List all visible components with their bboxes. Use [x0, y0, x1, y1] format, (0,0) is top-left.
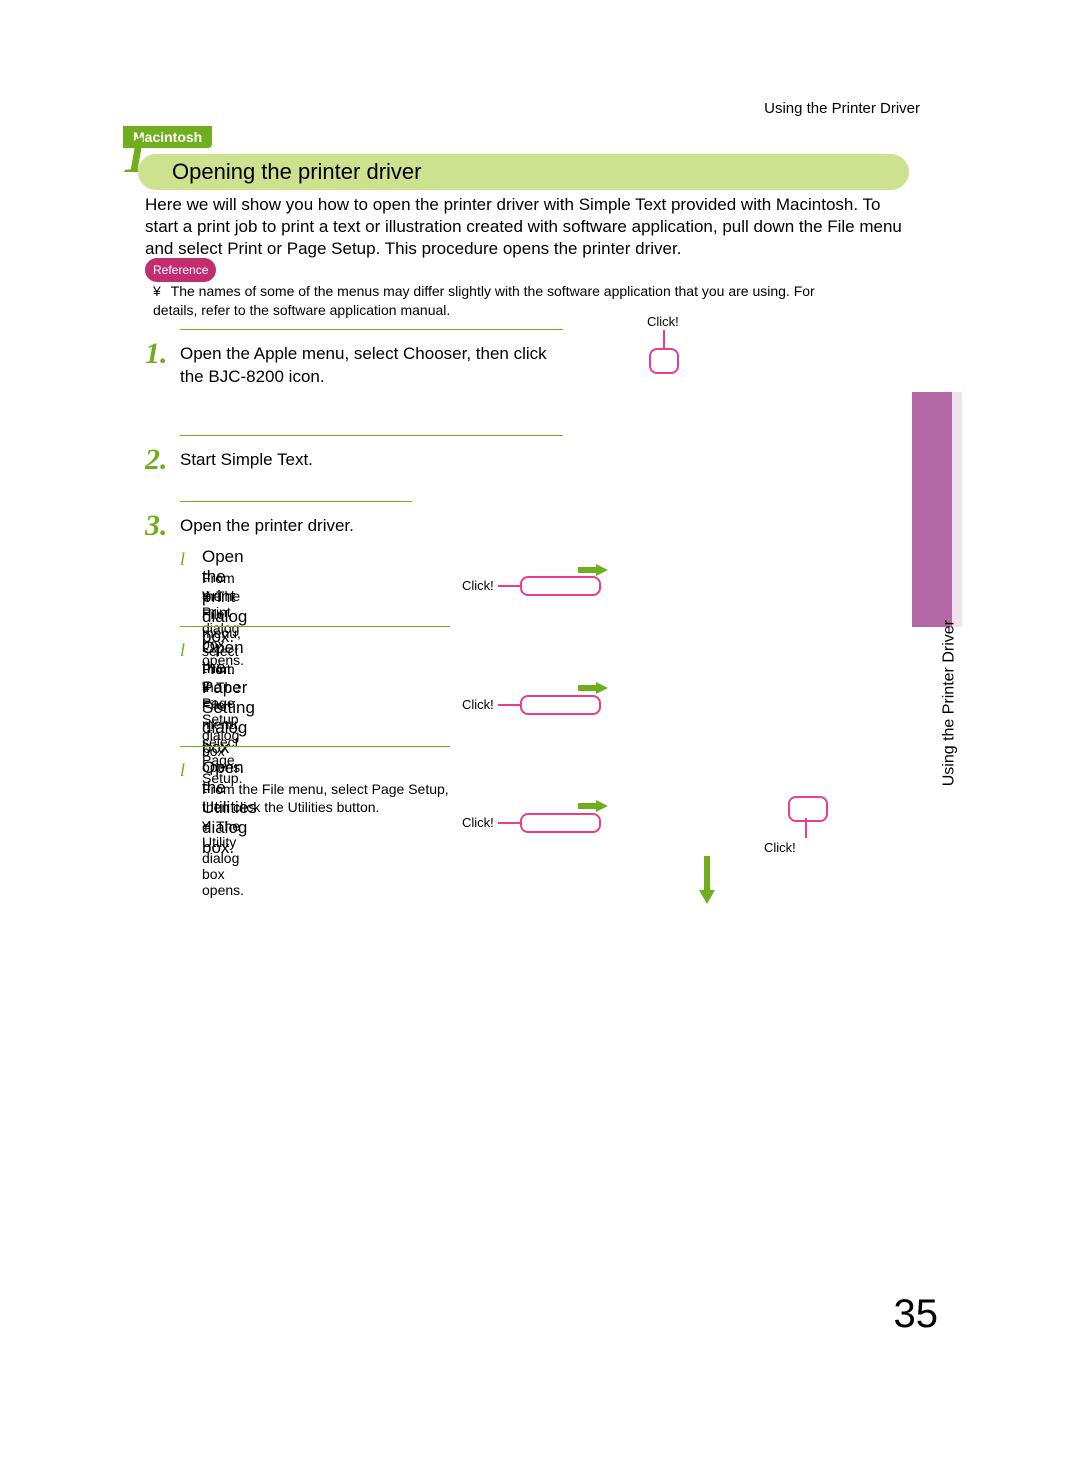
manual-page: Using the Printer Driver Macintosh 1 Ope… — [0, 0, 1080, 1477]
step-text: Open the printer driver. — [180, 515, 563, 538]
callout-line — [498, 822, 520, 824]
side-stripe — [952, 392, 962, 627]
bullet-yen-icon: ¥ — [153, 282, 167, 301]
substep-desc: From the File menu, select Page Setup, t… — [202, 780, 462, 816]
intro-paragraph: Here we will show you how to open the pr… — [145, 194, 915, 260]
bullet-yen-icon: ¥ — [202, 679, 216, 695]
click-label: Click! — [764, 840, 796, 855]
step-number: 2. — [145, 443, 168, 477]
rule — [180, 501, 412, 502]
callout-target-box — [649, 348, 679, 374]
callout-target-box — [788, 796, 828, 822]
callout-line — [498, 704, 520, 706]
section-title: Opening the printer driver — [172, 159, 421, 185]
callout-target-box — [520, 695, 601, 715]
running-header: Using the Printer Driver — [764, 100, 920, 117]
step-number: 1. — [145, 337, 168, 371]
bullet-icon: l — [180, 760, 185, 781]
side-tab-label: Using the Printer Driver — [940, 620, 958, 786]
rule — [180, 435, 563, 436]
substep-note: ¥The Utility dialog box opens. — [202, 818, 244, 898]
callout-line — [663, 330, 665, 348]
reference-body: The names of some of the menus may diffe… — [153, 283, 815, 318]
click-label: Click! — [462, 697, 494, 712]
callout-target-box — [520, 813, 601, 833]
arrow-right-icon — [578, 800, 608, 812]
click-label: Click! — [647, 314, 679, 329]
bullet-yen-icon: ¥ — [202, 588, 216, 604]
step-text: Start Simple Text. — [180, 449, 563, 472]
side-tab — [912, 392, 952, 627]
step-number: 3. — [145, 509, 168, 543]
reference-badge: Reference — [145, 258, 216, 282]
step-text: Open the Apple menu, select Chooser, the… — [180, 343, 563, 389]
bullet-icon: l — [180, 549, 185, 570]
section-title-bar: Opening the printer driver — [138, 154, 909, 190]
page-number: 35 — [894, 1292, 939, 1337]
reference-text: ¥ The names of some of the menus may dif… — [153, 282, 843, 320]
bullet-yen-icon: ¥ — [202, 818, 216, 834]
rule — [180, 746, 450, 747]
click-label: Click! — [462, 815, 494, 830]
reference-row: Reference ¥ The names of some of the men… — [145, 258, 915, 320]
arrow-right-icon — [578, 682, 608, 694]
callout-target-box — [520, 576, 601, 596]
click-label: Click! — [462, 578, 494, 593]
bullet-icon: l — [180, 640, 185, 661]
callout-line — [498, 585, 520, 587]
rule — [180, 329, 563, 330]
rule — [180, 626, 450, 627]
arrow-right-icon — [578, 564, 608, 576]
callout-line — [805, 818, 807, 838]
arrow-down-icon — [699, 856, 715, 904]
